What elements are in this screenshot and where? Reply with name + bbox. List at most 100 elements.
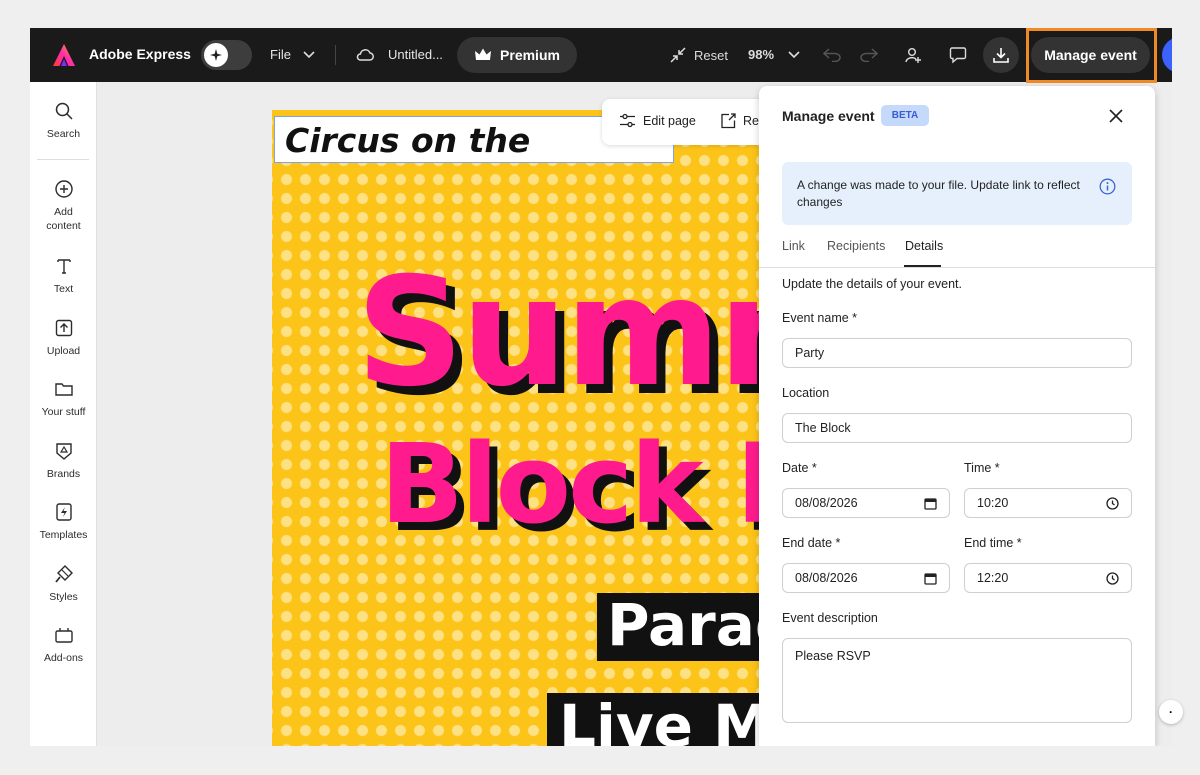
add-user-icon[interactable] (901, 43, 925, 67)
app-brand: Adobe Express (89, 46, 191, 62)
rail-label: Text (53, 283, 74, 295)
event-description-field[interactable]: Please RSVP (782, 638, 1132, 723)
rail-label: Styles (49, 591, 78, 603)
file-menu[interactable]: File (270, 47, 315, 62)
rail-label: Add-ons (43, 652, 84, 664)
event-name-label: Event name * (782, 311, 858, 325)
rail-item-search[interactable]: Search (30, 101, 97, 141)
top-bar: Adobe Express File Untitled... Premium R… (30, 28, 1172, 83)
reset-button[interactable]: Reset (670, 47, 728, 63)
edit-page-button[interactable]: Edit page (619, 113, 696, 128)
resize-icon (721, 113, 736, 129)
rail-item-templates[interactable]: Templates (30, 502, 97, 542)
download-icon (993, 48, 1009, 63)
event-name-field[interactable]: Party (782, 338, 1132, 368)
manage-event-panel: Manage event BETA A change was made to y… (759, 86, 1155, 746)
sliders-icon (620, 113, 635, 128)
headline-block-party[interactable]: Block P (380, 420, 816, 548)
update-notice: A change was made to your file. Update l… (782, 162, 1132, 225)
calendar-icon[interactable] (924, 572, 937, 585)
rail-item-styles[interactable]: Styles (30, 564, 97, 604)
rail-label: Upload (46, 345, 81, 357)
rail-divider (37, 159, 89, 160)
undo-icon[interactable] (820, 43, 844, 67)
info-icon[interactable] (1099, 178, 1116, 195)
brand-icon (55, 443, 72, 460)
rail-label: Your stuff (41, 406, 86, 418)
addons-icon (54, 628, 73, 643)
rail-label: Add content (46, 206, 81, 232)
adobe-express-logo[interactable] (52, 43, 76, 67)
folder-icon (54, 383, 73, 396)
rail-item-add-content[interactable]: Add content (30, 179, 97, 233)
location-value: The Block (795, 421, 851, 435)
edit-page-label: Edit page (643, 113, 696, 128)
file-menu-label: File (270, 47, 291, 62)
zoom-level: 98% (748, 47, 775, 62)
clock-icon[interactable] (1106, 496, 1119, 510)
share-button-edge[interactable] (1162, 37, 1172, 73)
end-date-field[interactable]: 08/08/2026 (782, 563, 950, 593)
highlight-box (1026, 28, 1157, 83)
app-window: Adobe Express File Untitled... Premium R… (30, 28, 1172, 746)
reset-label: Reset (694, 47, 728, 63)
redo-icon[interactable] (857, 43, 881, 67)
rail-label: Templates (39, 529, 88, 541)
details-description: Update the details of your event. (782, 277, 962, 291)
rail-item-upload[interactable]: Upload (30, 318, 97, 358)
download-button[interactable] (983, 37, 1019, 73)
left-rail: Search Add content Text Upload Your stuf… (30, 82, 97, 746)
zoom-control[interactable]: 98% (748, 47, 800, 62)
date-value: 08/08/2026 (795, 496, 858, 510)
collapse-arrows-icon (670, 47, 686, 63)
date-label: Date * (782, 461, 817, 475)
upload-icon (55, 319, 72, 337)
chevron-down-icon (788, 50, 800, 58)
tabs-divider (759, 267, 1155, 268)
rail-item-text[interactable]: Text (30, 256, 97, 296)
rail-item-brands[interactable]: Brands (30, 441, 97, 481)
sparkle-icon (204, 43, 228, 67)
time-value: 10:20 (977, 496, 1009, 510)
search-icon (55, 102, 73, 120)
time-field[interactable]: 10:20 (964, 488, 1132, 518)
rail-label: Brands (46, 468, 81, 480)
chevron-down-icon (303, 50, 315, 58)
location-field[interactable]: The Block (782, 413, 1132, 443)
cloud-icon[interactable] (355, 45, 375, 65)
notice-text: A change was made to your file. Update l… (797, 178, 1080, 209)
more-icon[interactable]: · (1159, 700, 1183, 724)
divider (335, 45, 336, 65)
tab-link[interactable]: Link (782, 239, 805, 253)
mode-toggle[interactable] (201, 40, 252, 70)
end-date-value: 08/08/2026 (795, 571, 858, 585)
end-date-label: End date * (782, 536, 841, 550)
event-name-value: Party (795, 346, 825, 360)
comment-icon[interactable] (946, 43, 970, 67)
crown-icon (475, 48, 492, 60)
templates-icon (55, 503, 72, 521)
location-label: Location (782, 386, 830, 400)
document-title[interactable]: Untitled... (388, 47, 443, 62)
tab-recipients[interactable]: Recipients (827, 239, 885, 253)
tab-details[interactable]: Details (905, 239, 943, 253)
end-time-value: 12:20 (977, 571, 1009, 585)
rail-item-add-ons[interactable]: Add-ons (30, 625, 97, 665)
beta-badge: BETA (881, 105, 929, 126)
time-label: Time * (964, 461, 1000, 475)
premium-button[interactable]: Premium (457, 37, 577, 73)
rail-label: Search (46, 128, 81, 140)
date-field[interactable]: 08/08/2026 (782, 488, 950, 518)
end-time-field[interactable]: 12:20 (964, 563, 1132, 593)
close-icon[interactable] (1107, 107, 1125, 125)
panel-title: Manage event (782, 108, 875, 124)
event-description-label: Event description (782, 611, 878, 625)
calendar-icon[interactable] (924, 497, 937, 510)
text-icon (56, 259, 71, 274)
end-time-label: End time * (964, 536, 1022, 550)
plus-circle-icon (54, 180, 73, 198)
premium-label: Premium (500, 47, 560, 63)
event-description-value: Please RSVP (795, 649, 871, 663)
rail-item-your-stuff[interactable]: Your stuff (30, 379, 97, 419)
clock-icon[interactable] (1106, 571, 1119, 585)
